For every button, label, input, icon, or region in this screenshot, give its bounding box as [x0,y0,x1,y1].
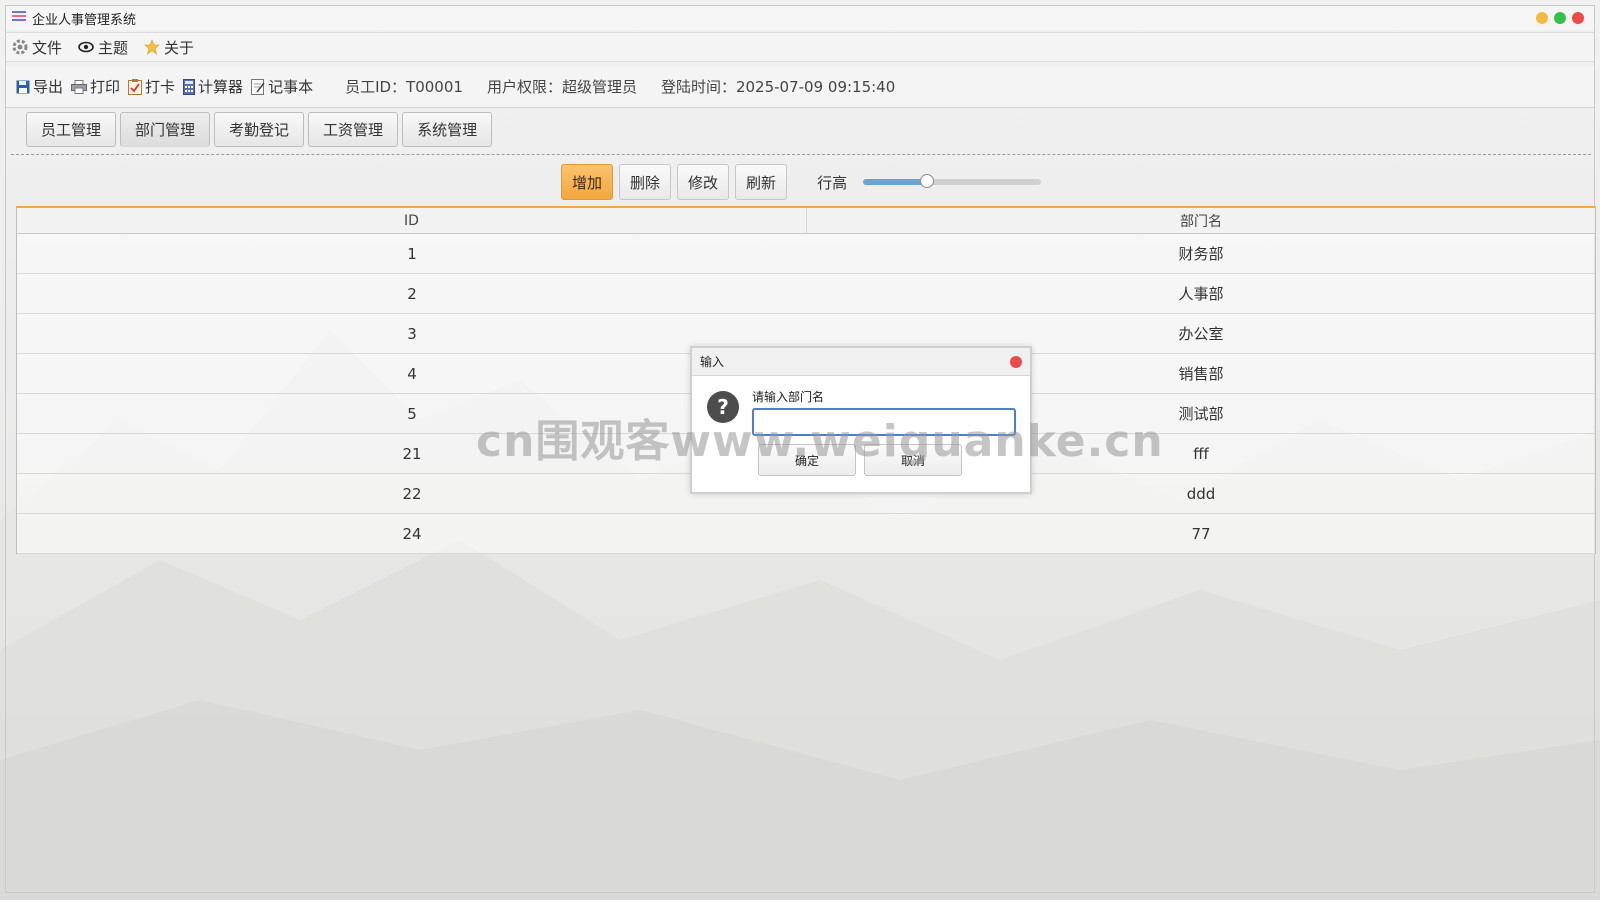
app-menu-icon[interactable] [12,10,26,26]
print-button[interactable]: 打印 [71,76,120,97]
add-button[interactable]: 增加 [561,164,614,200]
tab-attendance[interactable]: 考勤登记 [214,112,305,147]
table-row[interactable]: 24 77 [17,514,1595,554]
calculator-button[interactable]: 计算器 [183,76,243,97]
dialog-title-bar[interactable]: 输入 [692,348,1030,376]
tab-employee-management[interactable]: 员工管理 [26,112,117,147]
login-time: 登陆时间：2025-07-09 09:15:40 [660,78,896,96]
table-row[interactable]: 2 人事部 [17,274,1595,314]
row-height-slider-thumb[interactable] [920,174,935,188]
printer-icon [71,79,88,94]
gear-icon [12,39,28,55]
refresh-button[interactable]: 刷新 [735,164,788,200]
row-height-slider[interactable] [863,174,1042,188]
clock-in-label: 打卡 [145,78,176,96]
menu-theme[interactable]: 主题 [78,37,128,58]
maximize-button[interactable] [1554,12,1566,24]
table-cell-department-name: 77 [1191,524,1211,543]
eye-icon [78,41,94,53]
tab-system-management[interactable]: 系统管理 [402,112,493,147]
star-icon [144,39,160,55]
row-height-slider-fill [863,179,928,185]
notepad-label: 记事本 [268,78,314,96]
row-height-control: 行高 [817,172,1042,193]
menu-about-label: 关于 [164,38,195,57]
dialog-title: 输入 [700,355,725,369]
tab-department-management[interactable]: 部门管理 [120,112,211,147]
department-actions: 增加 删除 修改 刷新 行高 [561,164,1042,200]
dialog-prompt: 请输入部门名 [752,390,825,404]
calculator-label: 计算器 [198,78,244,96]
calculator-icon [183,78,196,95]
column-header-id[interactable]: ID [17,208,807,233]
menu-file-label: 文件 [32,38,63,57]
table-cell-id: 4 [407,364,417,383]
menu-bar: 文件 主题 关于 [6,32,1594,62]
user-permission: 用户权限：超级管理员 [486,78,637,96]
tool-bar: 导出 打印 打卡 计算器 记事本 员工ID：T00001 用户权限：超级管理员 … [6,66,1594,108]
clipboard-check-icon [128,78,143,95]
table-cell-id: 3 [407,324,417,343]
menu-about[interactable]: 关于 [144,37,194,58]
title-bar[interactable]: 企业人事管理系统 [6,6,1594,30]
notepad-button[interactable]: 记事本 [251,76,313,97]
table-cell-id: 22 [402,484,422,503]
main-tabs: 员工管理 部门管理 考勤登记 工资管理 系统管理 [26,112,493,150]
menu-file[interactable]: 文件 [12,37,62,58]
menu-theme-label: 主题 [98,38,129,57]
table-cell-department-name: 人事部 [1178,285,1224,303]
tab-salary-management[interactable]: 工资管理 [308,112,399,147]
table-cell-id: 1 [407,244,417,263]
employee-id: 员工ID：T00001 [345,78,463,96]
dialog-close-button[interactable] [1010,356,1022,368]
table-cell-department-name: 财务部 [1178,245,1224,263]
edit-button[interactable]: 修改 [677,164,730,200]
table-header: ID 部门名 [17,208,1595,234]
notepad-icon [251,78,265,95]
print-label: 打印 [90,78,121,96]
table-cell-id: 2 [407,284,417,303]
minimize-button[interactable] [1536,12,1548,24]
delete-button[interactable]: 删除 [619,164,672,200]
window-controls [1536,12,1584,24]
row-height-label: 行高 [817,173,848,192]
close-button[interactable] [1572,12,1584,24]
tab-divider [11,154,1591,155]
table-row[interactable]: 1 财务部 [17,234,1595,274]
export-button[interactable]: 导出 [16,76,63,97]
table-cell-id: 24 [402,524,422,543]
export-label: 导出 [33,78,64,96]
window-title: 企业人事管理系统 [32,12,137,28]
save-icon [16,80,30,93]
clock-in-button[interactable]: 打卡 [128,76,175,97]
watermark: cn围观客www.weiguanke.cn [476,416,1164,467]
column-header-department-name[interactable]: 部门名 [807,208,1595,233]
